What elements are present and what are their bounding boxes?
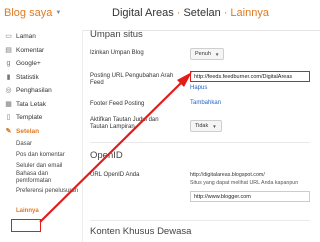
- sidebar: ▭ Laman ▤ Komentar g Google+ ▮ Statistik ◎ Pe…: [0, 30, 83, 242]
- annotation-highlight-box: [11, 219, 41, 232]
- sidebar-item-google-plus[interactable]: g Google+: [0, 57, 82, 71]
- sidebar-item-comments[interactable]: ▤ Komentar: [0, 44, 82, 58]
- sidebar-item-label: Template: [16, 114, 43, 122]
- redirect-feed-input[interactable]: http://feeds.feedburner.com/DigitalAreas: [190, 71, 310, 82]
- main-content: Umpan situs Izinkan Umpan Blog Penuh ▼ P…: [82, 29, 320, 242]
- allow-feed-value: Penuh: [195, 51, 211, 57]
- add-footer-link[interactable]: Tambahkan: [190, 100, 221, 106]
- chevron-down-icon: ▼: [212, 123, 217, 129]
- sidebar-item-label: Tata Letak: [16, 100, 46, 108]
- section-title-feed: Umpan situs: [90, 29, 143, 40]
- layout-icon: ▦: [5, 100, 12, 108]
- sidebar-item-label: Setelan: [16, 127, 40, 135]
- breadcrumb: Digital Areas · Setelan · Lainnya: [112, 7, 269, 19]
- sidebar-sub-mobile-email[interactable]: Seluler dan email: [0, 160, 82, 171]
- sidebar-sub-search[interactable]: Preferensi penelusuran: [0, 188, 82, 205]
- divider: [90, 142, 310, 143]
- google-plus-icon: g: [6, 60, 11, 68]
- redirect-feed-label: Posting URL Pengubahan Arah Feed: [90, 73, 174, 86]
- breadcrumb-current: Lainnya: [230, 7, 269, 19]
- sidebar-item-layout[interactable]: ▦ Tata Letak: [0, 98, 82, 112]
- page-icon: ▭: [5, 33, 12, 41]
- chevron-down-icon: ▼: [214, 51, 220, 57]
- footer-feed-label: Footer Feed Posting: [90, 101, 145, 107]
- section-title-openid: OpenID: [90, 150, 123, 161]
- enclosure-label: Aktifkan Tautan Judul dan Tautan Lampira…: [90, 117, 159, 130]
- sidebar-item-template[interactable]: ▯ Template: [0, 111, 82, 125]
- section-title-adult: Konten Khusus Dewasa: [90, 226, 192, 237]
- sidebar-item-settings[interactable]: ✎ Setelan: [0, 125, 82, 139]
- divider: [90, 220, 310, 221]
- sidebar-item-label: Statistik: [16, 73, 39, 81]
- sidebar-sub-posts-comments[interactable]: Pos dan komentar: [0, 149, 82, 160]
- allow-feed-label: Izinkan Umpan Blog: [90, 50, 144, 56]
- blog-switcher[interactable]: Blog saya ▼: [4, 7, 61, 19]
- breadcrumb-blog[interactable]: Digital Areas: [112, 7, 174, 19]
- chevron-down-icon: ▼: [55, 10, 62, 16]
- wrench-icon: ✎: [5, 127, 12, 135]
- openid-hint: Situs yang dapat melihat URL Anda kapanp…: [190, 180, 299, 186]
- sidebar-sub-basic[interactable]: Dasar: [0, 138, 82, 149]
- sidebar-item-label: Laman: [16, 33, 36, 41]
- sidebar-item-label: Google+: [16, 60, 41, 68]
- top-bar: Blog saya ▼ Digital Areas · Setelan · Lainny…: [0, 0, 320, 31]
- brand-title: Blog saya: [4, 7, 53, 19]
- openid-url: http://digitalareas.blogspot.com/: [190, 172, 265, 178]
- sidebar-item-label: Komentar: [16, 46, 45, 54]
- enclosure-dropdown[interactable]: Tidak ▼: [190, 120, 222, 132]
- sidebar-sub-language[interactable]: Bahasa dan pemformatan: [0, 171, 82, 188]
- openid-site-input[interactable]: http://www.blogger.com: [190, 191, 310, 202]
- template-icon: ▯: [6, 114, 11, 122]
- allow-feed-dropdown[interactable]: Penuh ▼: [190, 48, 225, 60]
- breadcrumb-separator: ·: [176, 7, 181, 19]
- breadcrumb-separator: ·: [223, 7, 228, 19]
- enclosure-value: Tidak: [195, 123, 209, 129]
- breadcrumb-settings[interactable]: Setelan: [183, 7, 220, 19]
- comment-icon: ▤: [5, 46, 12, 54]
- sidebar-item-pages[interactable]: ▭ Laman: [0, 30, 82, 44]
- stats-icon: ▮: [6, 73, 11, 81]
- openid-label: URL OpenID Anda: [90, 172, 140, 178]
- sidebar-item-earnings[interactable]: ◎ Penghasilan: [0, 84, 82, 98]
- sidebar-sub-other[interactable]: Lainnya: [0, 205, 82, 216]
- delete-link[interactable]: Hapus: [190, 85, 207, 91]
- sidebar-item-stats[interactable]: ▮ Statistik: [0, 71, 82, 85]
- sidebar-item-label: Penghasilan: [16, 87, 52, 95]
- earnings-icon: ◎: [5, 87, 12, 95]
